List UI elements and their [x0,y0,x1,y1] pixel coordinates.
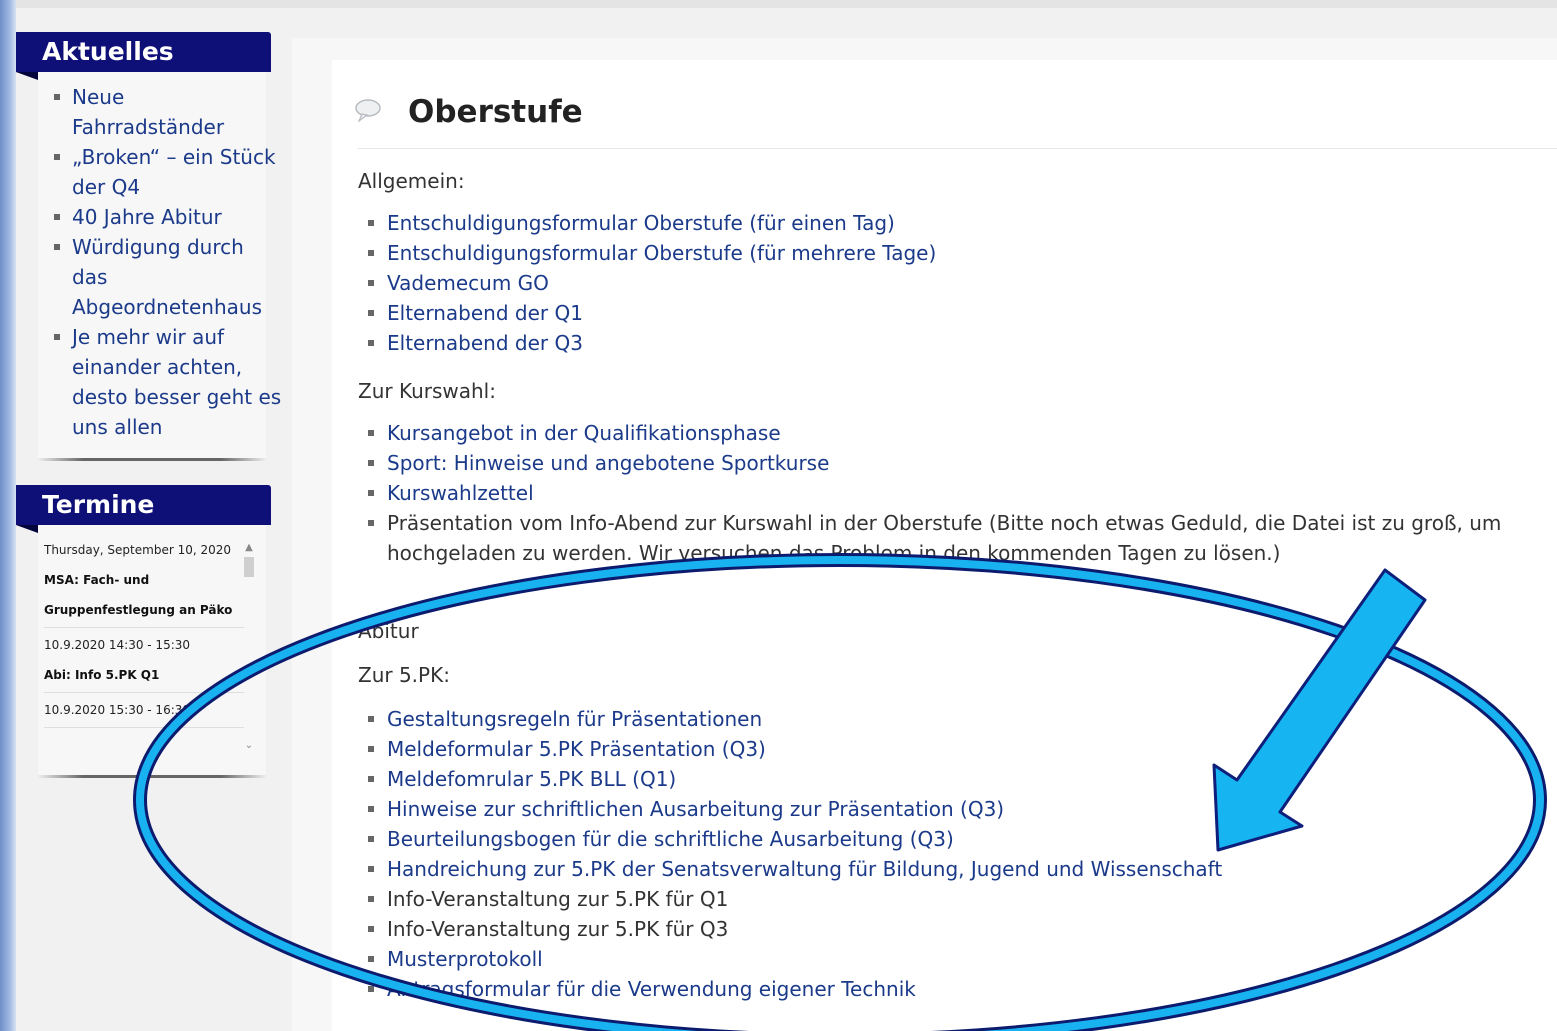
event-date: 10.9.2020 14:30 - 15:30 [44,638,191,652]
news-item-link[interactable]: 40 Jahre Abitur [72,205,222,229]
link-list-allgemein: Entschuldigungsformular Oberstufe (für e… [358,208,1548,358]
list-item[interactable]: Sport: Hinweise und angebotene Sportkurs… [358,448,1548,478]
scroll-up-arrow-icon[interactable]: ▲ [242,541,256,555]
event-item[interactable]: 10.9.2020 14:30 - 15:30 Abi: Info 5.PK Q… [44,628,244,693]
document-link[interactable]: Hinweise zur schriftlichen Ausarbeitung … [387,797,1004,821]
section-label-5pk: Zur 5.PK: [358,663,450,687]
document-link[interactable]: Sport: Hinweise und angebotene Sportkurs… [387,451,829,475]
document-link[interactable]: Gestaltungsregeln für Präsentationen [387,707,762,731]
event-title[interactable]: MSA: Fach- und Gruppenfestlegung an Päko [44,573,232,617]
title-divider [358,148,1557,149]
section-label-allgemein: Allgemein: [358,169,465,193]
news-box: Neue Fahrradständer „Broken“ – ein Stück… [38,72,281,458]
events-list: Thursday, September 10, 2020 MSA: Fach- … [38,533,244,763]
list-item[interactable]: Kursangebot in der Qualifikationsphase [358,418,1548,448]
event-date: 10.9.2020 15:30 - 16:30 [44,703,191,717]
events-box[interactable]: Thursday, September 10, 2020 MSA: Fach- … [38,525,266,775]
document-link[interactable]: Elternabend der Q1 [387,301,583,325]
news-item-link[interactable]: Neue Fahrradständer [72,85,224,139]
sidebar-divider [38,775,266,778]
list-item[interactable]: Elternabend der Q1 [358,298,1548,328]
scroll-thumb[interactable] [244,557,254,577]
document-link[interactable]: Meldeformular 5.PK Präsentation (Q3) [387,737,766,761]
news-item[interactable]: „Broken“ – ein Stück der Q4 [50,142,282,202]
list-item[interactable]: Elternabend der Q3 [358,328,1548,358]
document-link[interactable]: Entschuldigungsformular Oberstufe (für e… [387,211,895,235]
link-list-kurswahl: Kursangebot in der Qualifikationsphase S… [358,418,1548,568]
list-item[interactable]: Entschuldigungsformular Oberstufe (für m… [358,238,1548,268]
list-item[interactable]: Handreichung zur 5.PK der Senatsverwaltu… [358,854,1548,884]
events-scrollbar[interactable]: ▲ ⌄ [242,541,256,753]
list-item-text: Info-Veranstaltung zur 5.PK für Q3 [358,914,1548,944]
list-item[interactable]: Meldefomrular 5.PK BLL (Q1) [358,764,1548,794]
event-title[interactable]: Abi: Info 5.PK Q1 [44,668,159,682]
scroll-down-arrow-icon[interactable]: ⌄ [242,739,256,753]
events-box-title: Termine [16,485,271,533]
document-link[interactable]: Elternabend der Q3 [387,331,583,355]
document-link[interactable]: Kursangebot in der Qualifikationsphase [387,421,781,445]
event-date: Thursday, September 10, 2020 [44,543,232,557]
document-link[interactable]: Musterprotokoll [387,947,543,971]
news-item[interactable]: Je mehr wir auf einander achten, desto b… [50,322,282,442]
document-link[interactable]: Meldefomrular 5.PK BLL (Q1) [387,767,676,791]
list-item-note: Präsentation vom Info-Abend zur Kurswahl… [358,508,1548,568]
list-item[interactable]: Gestaltungsregeln für Präsentationen [358,704,1548,734]
document-link[interactable]: Handreichung zur 5.PK der Senatsverwaltu… [387,857,1222,881]
news-item-link[interactable]: Würdigung durch das Abgeordnetenhaus [72,235,262,319]
list-item[interactable]: Beurteilungsbogen für die schriftliche A… [358,824,1548,854]
speech-bubble-icon [355,99,381,122]
news-item[interactable]: Neue Fahrradständer [50,82,282,142]
news-item-link[interactable]: „Broken“ – ein Stück der Q4 [72,145,276,199]
news-item-link[interactable]: Je mehr wir auf einander achten, desto b… [72,325,281,439]
link-list-5pk: Gestaltungsregeln für Präsentationen Mel… [358,704,1548,1004]
event-item[interactable]: 10.9.2020 15:30 - 16:30 [44,693,244,728]
document-link[interactable]: Vademecum GO [387,271,549,295]
window-edge [0,0,16,1031]
top-bar [16,0,1557,8]
list-item[interactable]: Kurswahlzettel [358,478,1548,508]
news-box-title: Aktuelles [16,32,271,80]
list-item[interactable]: Vademecum GO [358,268,1548,298]
document-link[interactable]: Beurteilungsbogen für die schriftliche A… [387,827,954,851]
list-item[interactable]: Antragsformular für die Verwendung eigen… [358,974,1548,1004]
list-item[interactable]: Hinweise zur schriftlichen Ausarbeitung … [358,794,1548,824]
list-item[interactable]: Meldeformular 5.PK Präsentation (Q3) [358,734,1548,764]
document-link[interactable]: Kurswahlzettel [387,481,534,505]
document-link[interactable]: Entschuldigungsformular Oberstufe (für m… [387,241,936,265]
list-item-text: Info-Veranstaltung zur 5.PK für Q1 [358,884,1548,914]
page-title-text: Oberstufe [408,94,583,130]
document-link[interactable]: Antragsformular für die Verwendung eigen… [387,977,916,1001]
section-label-abitur: Abitur [358,619,419,643]
list-item[interactable]: Entschuldigungsformular Oberstufe (für e… [358,208,1548,238]
main-content: Oberstufe Allgemein: Entschuldigungsform… [332,60,1557,1031]
news-item[interactable]: Würdigung durch das Abgeordnetenhaus [50,232,282,322]
sidebar: Aktuelles Neue Fahrradständer „Broken“ –… [16,32,281,778]
news-item[interactable]: 40 Jahre Abitur [50,202,282,232]
news-list: Neue Fahrradständer „Broken“ – ein Stück… [38,82,281,442]
event-item[interactable]: Thursday, September 10, 2020 MSA: Fach- … [44,533,244,628]
list-item[interactable]: Musterprotokoll [358,944,1548,974]
section-label-kurswahl: Zur Kurswahl: [358,379,496,403]
page-title: Oberstufe [355,92,583,132]
sidebar-divider [38,458,266,461]
